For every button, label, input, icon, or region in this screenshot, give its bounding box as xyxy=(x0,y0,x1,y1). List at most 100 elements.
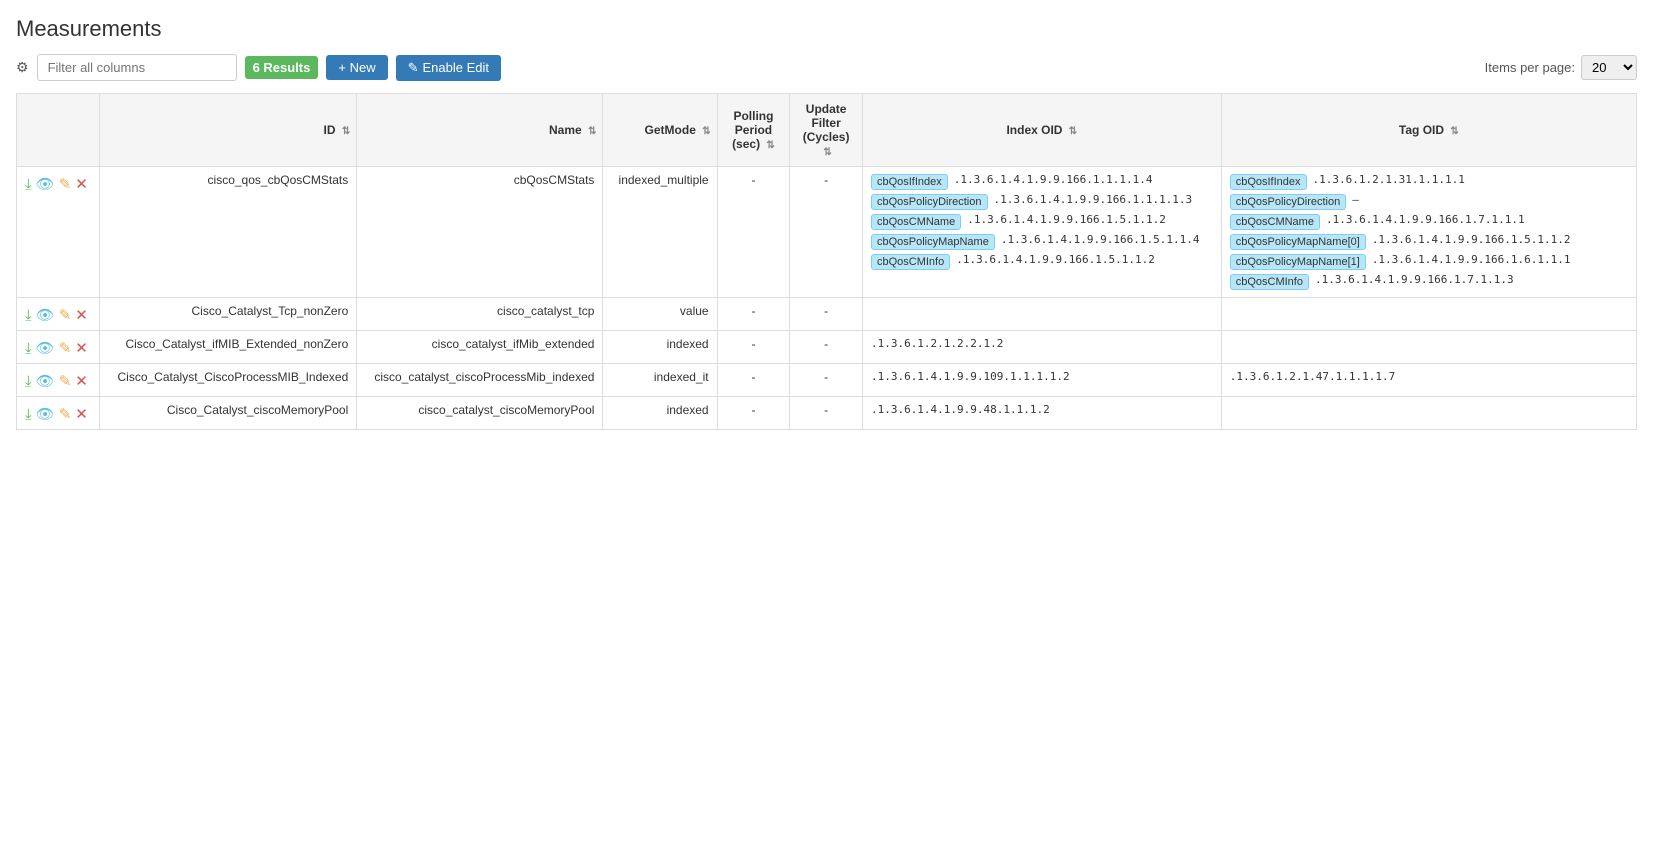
row-id: cisco_qos_cbQosCMStats xyxy=(100,167,357,298)
col-header-id: ID ⇅ xyxy=(100,94,357,167)
row-id: Cisco_Catalyst_CiscoProcessMIB_Indexed xyxy=(100,364,357,397)
new-button[interactable]: + New xyxy=(326,55,387,80)
download-icon[interactable]: ⤓ xyxy=(25,307,32,324)
download-icon[interactable]: ⤓ xyxy=(25,406,32,423)
index-oid-value: .1.3.6.1.4.1.9.9.166.1.1.1.1.3 xyxy=(994,193,1193,206)
row-tag-oid xyxy=(1221,298,1636,331)
row-index-oid: .1.3.6.1.4.1.9.9.109.1.1.1.1.2 xyxy=(862,364,1221,397)
page-container: Measurements ⚙ 6 Results + New ✎ Enable … xyxy=(0,0,1653,446)
delete-icon[interactable]: ✕ xyxy=(75,405,88,423)
row-polling: - xyxy=(717,397,790,430)
delete-icon[interactable]: ✕ xyxy=(75,175,88,193)
sort-name-icon[interactable]: ⇅ xyxy=(588,126,596,137)
row-id: Cisco_Catalyst_ifMIB_Extended_nonZero xyxy=(100,331,357,364)
row-actions: ⤓ 👁 ✎ ✕ xyxy=(25,173,91,193)
edit-icon[interactable]: ✎ xyxy=(59,306,72,324)
row-getmode: value xyxy=(603,298,717,331)
col-header-index: Index OID ⇅ xyxy=(862,94,1221,167)
items-per-page-label: Items per page: xyxy=(1485,60,1575,75)
row-tag-oid: cbQosIfIndex .1.3.6.1.2.1.31.1.1.1.1 cbQos… xyxy=(1221,167,1636,298)
index-oid-value: .1.3.6.1.4.1.9.9.166.1.1.1.1.4 xyxy=(954,173,1153,186)
row-id: Cisco_Catalyst_Tcp_nonZero xyxy=(100,298,357,331)
index-oid-tag: cbQosPolicyDirection xyxy=(871,194,988,210)
download-icon[interactable]: ⤓ xyxy=(25,176,32,193)
tag-oid-value: .1.3.6.1.4.1.9.9.166.1.5.1.1.2 xyxy=(1372,233,1571,246)
row-tag-oid xyxy=(1221,397,1636,430)
row-actions: ⤓ 👁 ✎ ✕ xyxy=(25,370,91,390)
row-index-oid: cbQosIfIndex .1.3.6.1.4.1.9.9.166.1.1.1.1… xyxy=(862,167,1221,298)
table-row: ⤓ 👁 ✎ ✕ Cisco_Catalyst_ifMIB_Extended_no… xyxy=(17,331,1637,364)
row-update-filter: - xyxy=(790,167,863,298)
table-header-row: ID ⇅ Name ⇅ GetMode ⇅ Polling Period (se… xyxy=(17,94,1637,167)
view-icon[interactable]: 👁 xyxy=(36,372,55,390)
tag-oid-value: .1.3.6.1.4.1.9.9.166.1.6.1.1.1 xyxy=(1372,253,1571,266)
row-index-oid: .1.3.6.1.4.1.9.9.48.1.1.1.2 xyxy=(862,397,1221,430)
row-polling: - xyxy=(717,298,790,331)
filter-input[interactable] xyxy=(37,54,237,81)
tag-oid-value: .1.3.6.1.4.1.9.9.166.1.7.1.1.3 xyxy=(1315,273,1514,286)
row-update-filter: - xyxy=(790,364,863,397)
index-oid-value: .1.3.6.1.4.1.9.9.48.1.1.1.2 xyxy=(871,403,1050,416)
enable-edit-button[interactable]: ✎ Enable Edit xyxy=(396,55,501,81)
tag-oid-tag: cbQosIfIndex xyxy=(1230,174,1307,190)
row-name: cisco_catalyst_ciscoProcessMib_indexed xyxy=(357,364,603,397)
delete-icon[interactable]: ✕ xyxy=(75,306,88,324)
edit-icon: ✎ xyxy=(408,60,419,76)
row-id: Cisco_Catalyst_ciscoMemoryPool xyxy=(100,397,357,430)
row-index-oid xyxy=(862,298,1221,331)
col-header-update: Update Filter (Cycles) ⇅ xyxy=(790,94,863,167)
edit-icon[interactable]: ✎ xyxy=(59,372,72,390)
index-oid-tag: cbQosCMInfo xyxy=(871,254,950,270)
sort-index-icon[interactable]: ⇅ xyxy=(1069,126,1077,137)
tag-oid-tag: cbQosPolicyMapName[0] xyxy=(1230,234,1366,250)
col-header-getmode: GetMode ⇅ xyxy=(603,94,717,167)
row-polling: - xyxy=(717,364,790,397)
row-getmode: indexed_multiple xyxy=(603,167,717,298)
index-oid-tag: cbQosPolicyMapName xyxy=(871,234,995,250)
settings-icon[interactable]: ⚙ xyxy=(16,59,29,76)
sort-tag-icon[interactable]: ⇅ xyxy=(1450,126,1458,137)
download-icon[interactable]: ⤓ xyxy=(25,373,32,390)
delete-icon[interactable]: ✕ xyxy=(75,372,88,390)
tag-oid-tag: cbQosPolicyMapName[1] xyxy=(1230,254,1366,270)
tag-oid-tag: cbQosCMName xyxy=(1230,214,1320,230)
table-row: ⤓ 👁 ✎ ✕ Cisco_Catalyst_Tcp_nonZerocisco_… xyxy=(17,298,1637,331)
row-update-filter: - xyxy=(790,397,863,430)
items-per-page-select[interactable]: 10 20 50 100 xyxy=(1581,55,1637,80)
row-getmode: indexed xyxy=(603,397,717,430)
row-name: cisco_catalyst_ifMib_extended xyxy=(357,331,603,364)
view-icon[interactable]: 👁 xyxy=(36,306,55,324)
tag-oid-value: .1.3.6.1.2.1.31.1.1.1.1 xyxy=(1313,173,1465,186)
index-oid-value: .1.3.6.1.2.1.2.2.1.2 xyxy=(871,337,1003,350)
view-icon[interactable]: 👁 xyxy=(36,405,55,423)
edit-icon[interactable]: ✎ xyxy=(59,405,72,423)
sort-update-icon[interactable]: ⇅ xyxy=(823,147,831,158)
delete-icon[interactable]: ✕ xyxy=(75,339,88,357)
row-actions-cell: ⤓ 👁 ✎ ✕ xyxy=(17,331,100,364)
index-oid-tag: cbQosIfIndex xyxy=(871,174,948,190)
row-polling: - xyxy=(717,167,790,298)
table-row: ⤓ 👁 ✎ ✕ Cisco_Catalyst_ciscoMemoryPoolci… xyxy=(17,397,1637,430)
row-actions-cell: ⤓ 👁 ✎ ✕ xyxy=(17,298,100,331)
row-actions: ⤓ 👁 ✎ ✕ xyxy=(25,304,91,324)
view-icon[interactable]: 👁 xyxy=(36,339,55,357)
download-icon[interactable]: ⤓ xyxy=(25,340,32,357)
sort-getmode-icon[interactable]: ⇅ xyxy=(702,126,710,137)
edit-icon[interactable]: ✎ xyxy=(59,175,72,193)
edit-icon[interactable]: ✎ xyxy=(59,339,72,357)
row-index-oid: .1.3.6.1.2.1.2.2.1.2 xyxy=(862,331,1221,364)
view-icon[interactable]: 👁 xyxy=(36,175,55,193)
tag-oid-value: .1.3.6.1.4.1.9.9.166.1.7.1.1.1 xyxy=(1326,213,1525,226)
index-oid-value: .1.3.6.1.4.1.9.9.166.1.5.1.1.2 xyxy=(956,253,1155,266)
toolbar: ⚙ 6 Results + New ✎ Enable Edit Items pe… xyxy=(16,54,1637,81)
index-oid-value: .1.3.6.1.4.1.9.9.109.1.1.1.1.2 xyxy=(871,370,1070,383)
sort-polling-icon[interactable]: ⇅ xyxy=(766,140,774,151)
sort-id-icon[interactable]: ⇅ xyxy=(342,126,350,137)
row-update-filter: - xyxy=(790,331,863,364)
row-actions-cell: ⤓ 👁 ✎ ✕ xyxy=(17,167,100,298)
col-header-name: Name ⇅ xyxy=(357,94,603,167)
row-tag-oid: .1.3.6.1.2.1.47.1.1.1.1.7 xyxy=(1221,364,1636,397)
row-actions: ⤓ 👁 ✎ ✕ xyxy=(25,337,91,357)
col-header-polling: Polling Period (sec) ⇅ xyxy=(717,94,790,167)
row-name: cisco_catalyst_tcp xyxy=(357,298,603,331)
